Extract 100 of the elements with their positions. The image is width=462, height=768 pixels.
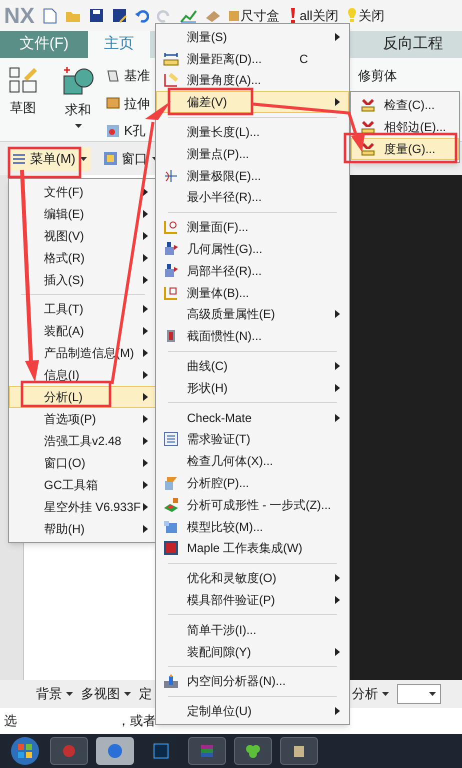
menu-item[interactable]: 星空外挂 V6.933F: [9, 496, 157, 518]
menu-item[interactable]: 局部半径(R)...: [156, 260, 349, 282]
cube-icon: [163, 262, 179, 279]
submenu-arrow-icon: [143, 210, 148, 218]
submenu-arrow-icon: [143, 349, 148, 357]
new-file-icon[interactable]: [42, 8, 57, 24]
menu-item[interactable]: 窗口(O): [9, 452, 157, 474]
toolbar-button[interactable]: 尺寸盒: [228, 6, 280, 26]
submenu-arrow-icon: [143, 415, 148, 423]
menu-item[interactable]: 首选项(P): [9, 408, 157, 430]
menu-item[interactable]: 度量(G)...: [351, 138, 459, 160]
command-label[interactable]: 修剪体: [358, 66, 397, 86]
plane-icon: [106, 68, 120, 83]
chart-tool-icon[interactable]: [178, 8, 197, 24]
ribbon-tab[interactable]: 反向工程: [368, 31, 458, 58]
menu-item[interactable]: 测量距离(D)... C: [156, 48, 349, 70]
menu-item[interactable]: 需求验证(T): [156, 428, 349, 450]
analyzer-icon: [163, 673, 179, 690]
menu-item[interactable]: 分析腔(P)...: [156, 472, 349, 494]
window-icon: [102, 151, 118, 166]
command-button[interactable]: K孔: [106, 121, 150, 140]
view-toolbar-button[interactable]: 背景: [36, 684, 73, 704]
menu-item[interactable]: 检查几何体(X)...: [156, 450, 349, 472]
view-toolbar-button[interactable]: 多视图: [81, 684, 131, 704]
app-logo: NX: [4, 2, 35, 30]
shortcut-key: C: [299, 50, 308, 68]
caret-icon: [382, 692, 389, 696]
menu-item[interactable]: 工具(T): [9, 298, 157, 320]
undo-icon[interactable]: [134, 8, 149, 22]
menu-item[interactable]: 插入(S): [9, 269, 157, 291]
submenu-arrow-icon: [143, 459, 148, 467]
menu-item[interactable]: 装配(A): [9, 320, 157, 342]
toolbar-button[interactable]: all关闭: [288, 6, 339, 26]
ruler-icon: [163, 50, 179, 67]
menu-item[interactable]: 信息(I): [9, 364, 157, 386]
command-label[interactable]: 草图: [10, 98, 36, 118]
submenu-arrow-icon: [143, 393, 148, 401]
menu-item[interactable]: 测量面(F)...: [156, 216, 349, 238]
command-label[interactable]: 求和: [65, 100, 91, 120]
face-ruler-icon: [163, 219, 179, 236]
menu-item[interactable]: Maple 工作表集成(W): [156, 538, 349, 560]
caret-icon: [74, 124, 82, 128]
cube-icon: [163, 241, 179, 258]
taskbar-button[interactable]: [280, 737, 318, 765]
menu-item[interactable]: 测量体(B)...: [156, 282, 349, 304]
menu-item[interactable]: 测量极限(E)...: [156, 164, 349, 187]
save-icon[interactable]: [88, 8, 104, 23]
submenu-arrow-icon: [143, 276, 148, 284]
menu-item[interactable]: 编辑(E): [9, 203, 157, 225]
list-icon: [163, 431, 179, 448]
menu-item[interactable]: 测量角度(A)...: [156, 70, 349, 92]
taskbar-button[interactable]: [234, 737, 272, 765]
menu-item[interactable]: 相邻边(E)...: [351, 116, 459, 138]
menu-item[interactable]: 检查(C)...: [351, 94, 459, 116]
submenu-arrow-icon: [143, 503, 148, 511]
menu-item[interactable]: 测量长度(L)...: [156, 121, 349, 143]
menu-item[interactable]: 内空间分析器(N)...: [156, 670, 349, 692]
extrude-icon: [106, 96, 120, 110]
menu-item[interactable]: 定制单位(U): [156, 700, 349, 722]
start-orb-icon[interactable]: [8, 736, 42, 766]
lightbulb-icon: [346, 8, 357, 23]
filter-dropdown[interactable]: [397, 684, 441, 704]
clover-icon: [245, 743, 261, 759]
menu-item[interactable]: 测量点(P)...: [156, 142, 349, 165]
menu-item[interactable]: 最小半径(R)...: [156, 186, 349, 208]
caret-icon: [429, 692, 436, 696]
submenu-arrow-icon: [143, 188, 148, 196]
menu-item[interactable]: 简单干涉(I)...: [156, 618, 349, 641]
menu-item[interactable]: 模型比较(M)...: [156, 516, 349, 538]
menu-item[interactable]: Check-Mate: [156, 406, 349, 429]
menu-item[interactable]: 帮助(H): [9, 518, 157, 540]
command-button[interactable]: 拉伸: [106, 94, 150, 113]
menu-item[interactable]: 几何属性(G)...: [156, 238, 349, 260]
compare-icon: [163, 518, 179, 535]
ribbon-tab[interactable]: 主页: [88, 31, 150, 58]
menu-item[interactable]: 格式(R): [9, 247, 157, 269]
menu-item[interactable]: 装配间隙(Y): [156, 640, 349, 663]
toolbar-button[interactable]: 关闭: [346, 6, 385, 26]
menu-item[interactable]: 视图(V): [9, 225, 157, 247]
menu-item[interactable]: 截面惯性(N)...: [156, 325, 349, 348]
menu-item[interactable]: 曲线(C): [156, 355, 349, 377]
submenu-arrow-icon: [143, 305, 148, 313]
menu-item[interactable]: 测量(S): [156, 26, 349, 48]
menu-item[interactable]: 分析可成形性 - 一步式(Z)...: [156, 494, 349, 516]
command-button[interactable]: 基准: [106, 66, 150, 86]
submenu-arrow-icon: [143, 327, 148, 335]
maple-icon: [163, 540, 179, 556]
menu-item[interactable]: 优化和灵敏度(O): [156, 567, 349, 590]
ribbon-tab[interactable]: 文件(F): [0, 31, 88, 58]
menu-item[interactable]: 模具部件验证(P): [156, 589, 349, 611]
menu-item[interactable]: 高级质量属性(E): [156, 304, 349, 326]
save-as-icon[interactable]: [112, 8, 127, 23]
menu-item[interactable]: 浩强工具v2.48: [9, 430, 157, 452]
menu-item[interactable]: 文件(F): [9, 181, 157, 203]
view-toolbar-button[interactable]: 分析: [352, 684, 389, 704]
menu-item[interactable]: GC工具箱: [9, 474, 157, 496]
caret-icon: [66, 692, 73, 696]
menu-item[interactable]: 形状(H): [156, 376, 349, 399]
books-icon: [199, 743, 215, 759]
view-toolbar-button[interactable]: 定: [139, 684, 152, 704]
